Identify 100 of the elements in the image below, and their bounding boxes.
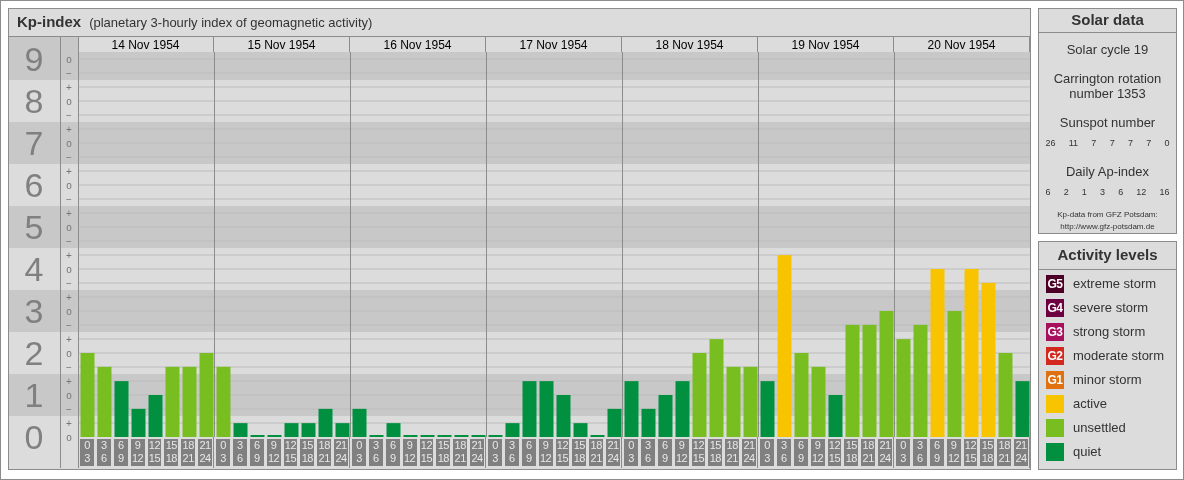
time-range-label: 3 6 xyxy=(232,439,247,466)
time-range-label: 6 9 xyxy=(249,439,264,466)
time-range-label: 6 9 xyxy=(521,439,536,466)
kp-bar xyxy=(658,395,673,437)
chart-title: Kp-index xyxy=(17,12,82,33)
y-minor-label: − xyxy=(66,319,72,331)
kp-bar xyxy=(539,381,554,437)
y-minor-label: + xyxy=(66,123,72,135)
time-range-label: 12 15 xyxy=(691,439,706,466)
ap-index-value: 16 xyxy=(1159,185,1170,199)
carrington-rotation-text: Carrington rotation number 1353 xyxy=(1052,71,1163,101)
kp-bar xyxy=(573,423,588,437)
panel-title: Solar data xyxy=(1039,9,1176,33)
time-range-label: 3 6 xyxy=(912,439,927,466)
legend-label: minor storm xyxy=(1073,371,1142,390)
sunspot-value: 0 xyxy=(1164,136,1170,150)
y-minor-label: − xyxy=(66,361,72,373)
time-range-label: 3 6 xyxy=(96,439,111,466)
time-range-label: 21 24 xyxy=(1014,439,1028,466)
ap-index-title: Daily Ap-index xyxy=(1065,163,1150,181)
y-minor-label: o xyxy=(66,389,72,401)
y-axis-label: 1 xyxy=(24,376,44,414)
y-minor-label: − xyxy=(66,67,72,79)
time-range-label: 12 15 xyxy=(963,439,978,466)
time-range-label: 21 24 xyxy=(742,439,756,466)
y-axis-label: 6 xyxy=(24,166,44,204)
legend-label: active xyxy=(1073,395,1107,414)
time-range-label: 15 18 xyxy=(572,439,587,466)
time-range-label: 15 18 xyxy=(300,439,315,466)
sunspot-value: 7 xyxy=(1127,136,1133,150)
date-label: 15 Nov 1954 xyxy=(247,38,316,51)
time-range-label: 9 12 xyxy=(130,439,145,466)
time-range-label: 21 24 xyxy=(606,439,620,466)
ap-index-value: 6 xyxy=(1045,185,1051,199)
y-minor-label: − xyxy=(66,109,72,121)
kp-bar xyxy=(556,395,571,437)
sunspot-value: 7 xyxy=(1109,136,1115,150)
y-minor-label: o xyxy=(66,137,72,149)
sunspot-value: 7 xyxy=(1146,136,1152,150)
y-minor-label: − xyxy=(66,151,72,163)
time-range-label: 9 12 xyxy=(266,439,281,466)
legend-label: unsettled xyxy=(1073,419,1126,438)
legend-label: moderate storm xyxy=(1073,347,1165,366)
storm-level-badge: G4 xyxy=(1046,299,1064,317)
time-range-label: 3 6 xyxy=(504,439,519,466)
y-minor-label: + xyxy=(66,417,72,429)
legend-label: severe storm xyxy=(1073,299,1149,318)
ap-index-value: 2 xyxy=(1063,185,1069,199)
kp-bar xyxy=(301,423,316,437)
y-axis-label: 8 xyxy=(24,82,44,120)
storm-level-badge: G2 xyxy=(1046,347,1064,365)
y-minor-label: − xyxy=(66,277,72,289)
time-range-label: 0 3 xyxy=(624,439,638,466)
time-range-label: 15 18 xyxy=(164,439,179,466)
solar-cycle-text: Solar cycle 19 xyxy=(1066,40,1149,59)
time-range-label: 18 21 xyxy=(181,439,196,466)
sunspot-value: 26 xyxy=(1045,136,1056,150)
time-range-label: 18 21 xyxy=(997,439,1012,466)
y-minor-label: − xyxy=(66,193,72,205)
legend-label: extreme storm xyxy=(1073,275,1157,294)
kp-bar xyxy=(233,423,248,437)
time-range-label: 0 3 xyxy=(760,439,774,466)
y-axis-label: 3 xyxy=(24,292,44,330)
y-axis-label: 0 xyxy=(24,418,44,456)
y-minor-label: + xyxy=(66,291,72,303)
time-range-label: 15 18 xyxy=(436,439,451,466)
time-range-label: 12 15 xyxy=(555,439,570,466)
date-label: 18 Nov 1954 xyxy=(655,38,724,51)
ap-index-value: 1 xyxy=(1081,185,1087,199)
y-minor-label: + xyxy=(66,375,72,387)
storm-level-badge: G1 xyxy=(1046,371,1064,389)
time-range-label: 0 3 xyxy=(352,439,366,466)
y-minor-label: + xyxy=(66,249,72,261)
kp-bar xyxy=(828,395,843,437)
time-range-label: 0 3 xyxy=(80,439,94,466)
time-range-label: 15 18 xyxy=(980,439,995,466)
time-range-label: 9 12 xyxy=(810,439,825,466)
time-range-label: 18 21 xyxy=(725,439,740,466)
time-range-label: 12 15 xyxy=(283,439,298,466)
ap-index-value: 6 xyxy=(1118,185,1124,199)
time-range-label: 21 24 xyxy=(198,439,212,466)
time-range-label: 9 12 xyxy=(402,439,417,466)
kp-bar xyxy=(335,423,350,437)
kp-bar xyxy=(675,381,690,437)
kp-bar xyxy=(386,423,401,437)
y-minor-label: + xyxy=(66,165,72,177)
time-range-label: 18 21 xyxy=(453,439,468,466)
time-range-label: 6 9 xyxy=(793,439,808,466)
time-range-label: 18 21 xyxy=(317,439,332,466)
kp-bar xyxy=(522,381,537,437)
time-range-label: 15 18 xyxy=(844,439,859,466)
y-minor-label: o xyxy=(66,179,72,191)
time-range-label: 6 9 xyxy=(113,439,128,466)
date-label: 17 Nov 1954 xyxy=(519,38,588,51)
time-range-label: 3 6 xyxy=(368,439,383,466)
time-range-label: 9 12 xyxy=(946,439,961,466)
time-range-label: 21 24 xyxy=(470,439,484,466)
chart-subtitle: (planetary 3-hourly index of geomagnetic activity) xyxy=(89,13,373,32)
y-minor-label: + xyxy=(66,81,72,93)
y-axis-label: 4 xyxy=(24,250,44,288)
